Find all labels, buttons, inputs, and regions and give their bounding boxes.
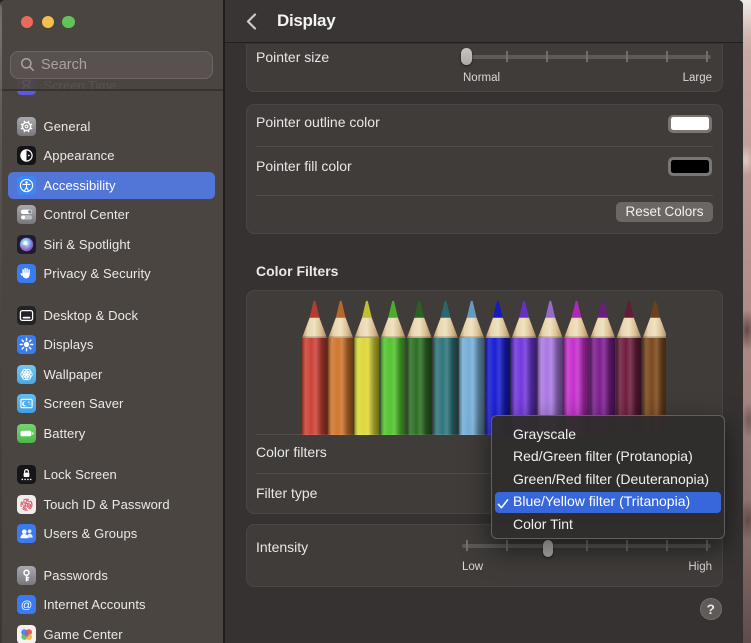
svg-text:@: @ xyxy=(21,600,33,612)
